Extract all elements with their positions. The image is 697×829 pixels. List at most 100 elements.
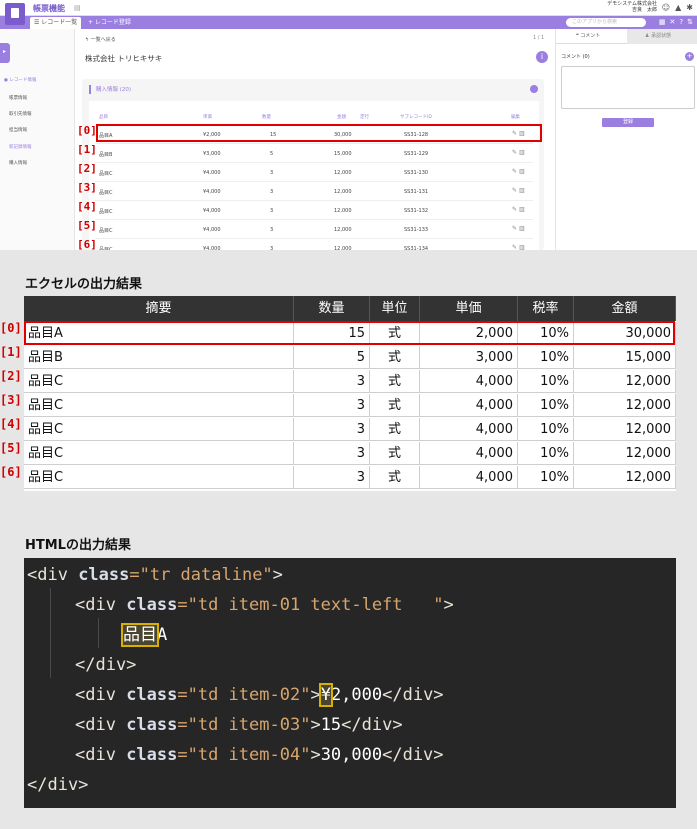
excel-table: 摘要 数量 単位 単価 税率 金額 品目A 15 式 2,000 10% 30,000 品目… (24, 296, 676, 491)
sub-table-row: 品目C ¥4,000 3 12,000 SS31-131 ✎ ▥ (95, 182, 533, 201)
top-icons: ☺ ▲ ✱ (657, 3, 693, 12)
edit-icon[interactable]: ✎ (512, 225, 517, 232)
sub-table-row: 品目C ¥4,000 3 12,000 SS31-132 ✎ ▥ (95, 201, 533, 220)
html-section-title: HTMLの出力結果 (25, 538, 131, 553)
grid-icon[interactable]: ▦ (659, 18, 666, 26)
user-info: デモシステム株式会社 吉良 太郎 (607, 1, 657, 13)
bell-icon[interactable]: ▲ (675, 3, 681, 12)
trash-icon[interactable]: ▥ (519, 244, 525, 250)
excel-cell-unit-price: 4,000 (420, 466, 518, 489)
sub-cell-amount: 12,000 (334, 227, 352, 233)
swap-icon[interactable]: ⇅ (687, 18, 693, 26)
edit-icon[interactable]: ✎ (512, 130, 517, 137)
sub-cell-qty: 3 (270, 227, 274, 233)
excel-row: 品目C 3 式 4,000 10% 12,000 (24, 370, 676, 393)
edit-icon[interactable]: ✎ (512, 244, 517, 250)
excel-col-tax-rate: 税率 (518, 296, 574, 321)
help-icon[interactable]: ? (679, 18, 683, 26)
sidebar-item-new-info[interactable]: 新記録情報 (9, 144, 32, 150)
card-title-text: 購入情報 (20) (96, 87, 132, 93)
back-to-list-link[interactable]: ↰ 一覧へ戻る (85, 36, 116, 43)
tab-add-record[interactable]: + レコード登録 (88, 18, 131, 28)
app-row-index-label: [0] (77, 124, 97, 137)
excel-cell-unit-price: 4,000 (420, 442, 518, 465)
excel-cell-summary: 品目C (24, 370, 294, 393)
sub-cell-id: SS31-130 (404, 170, 429, 176)
excel-cell-unit-price: 2,000 (420, 322, 518, 345)
sub-cell-id: SS31-129 (404, 151, 429, 157)
edit-icon[interactable]: ✎ (512, 149, 517, 156)
app-row-index-label: [1] (77, 143, 97, 156)
sidebar-item-staff-info[interactable]: 担当情報 (9, 127, 27, 133)
excel-row: 品目C 3 式 4,000 10% 12,000 (24, 418, 676, 441)
gear-icon[interactable]: ✱ (686, 3, 693, 12)
code-line-6: <div class="td item-03">15</div> (75, 715, 403, 735)
comment-count-label: コメント (0) (561, 54, 590, 60)
trash-icon[interactable]: ▥ (519, 225, 525, 232)
app-row-index-label: [4] (77, 200, 97, 213)
sub-cell-price: ¥3,000 (203, 151, 221, 157)
code-view: <div class="tr dataline"> <div class="td… (24, 558, 676, 808)
excel-cell-tax-rate: 10% (518, 370, 574, 393)
tab-record-list[interactable]: ☰ レコード一覧 (30, 17, 82, 29)
trash-icon[interactable]: ▥ (519, 168, 525, 175)
col-header-item: 品目 (99, 115, 108, 120)
sidebar-item-purchase-info[interactable]: 購入情報 (9, 160, 27, 166)
record-title: 株式会社 トリヒキサキ (85, 54, 163, 63)
tab-comment[interactable]: ❝ コメント (556, 29, 627, 44)
indent-guide (98, 618, 99, 648)
edit-icon[interactable]: ✎ (512, 187, 517, 194)
avatar-icon[interactable]: ☺ (662, 3, 670, 12)
right-panel: ❝ コメント ♟ 承認状態 コメント (0) + 登録 (555, 29, 697, 250)
excel-cell-qty: 3 (294, 466, 370, 489)
trash-icon[interactable]: ▥ (519, 206, 525, 213)
sub-cell-id: SS31-128 (404, 132, 429, 138)
excel-cell-unit: 式 (370, 322, 420, 345)
sidebar-toggle[interactable]: ▸ (0, 43, 10, 63)
edit-icon[interactable]: ✎ (512, 168, 517, 175)
sidebar-item-form-info[interactable]: 帳票情報 (9, 95, 27, 101)
add-comment-button[interactable]: + (685, 52, 694, 61)
sidebar-item-client-info[interactable]: 取引先情報 (9, 111, 32, 117)
user-name: 吉良 太郎 (631, 7, 657, 13)
info-icon[interactable]: i (536, 51, 548, 63)
comment-textarea[interactable] (561, 66, 695, 109)
excel-col-summary: 摘要 (24, 296, 294, 321)
trash-icon[interactable]: ▥ (519, 187, 525, 194)
tools-icon[interactable]: ✕ (670, 18, 676, 26)
excel-cell-amount: 12,000 (574, 370, 676, 393)
excel-row: 品目C 3 式 4,000 10% 12,000 (24, 442, 676, 465)
tab-approval[interactable]: ♟ 承認状態 (627, 29, 697, 44)
trash-icon[interactable]: ▥ (519, 130, 525, 137)
excel-cell-summary: 品目C (24, 418, 294, 441)
excel-cell-qty: 5 (294, 346, 370, 369)
sub-cell-item: 品目B (99, 152, 113, 158)
excel-cell-unit-price: 4,000 (420, 394, 518, 417)
tab-approval-label: 承認状態 (651, 33, 672, 39)
excel-section-title: エクセルの出力結果 (25, 277, 143, 292)
search-input[interactable]: このアプリから検索 (566, 18, 646, 27)
excel-cell-unit-price: 3,000 (420, 346, 518, 369)
sub-cell-price: ¥4,000 (203, 227, 221, 233)
app-row-index-label: [3] (77, 181, 97, 194)
excel-cell-summary: 品目C (24, 394, 294, 417)
edit-icon[interactable]: ✎ (512, 206, 517, 213)
excel-row: 品目A 15 式 2,000 10% 30,000 (24, 322, 676, 345)
tab-comment-label: コメント (580, 33, 601, 39)
play-icon[interactable] (530, 85, 538, 93)
trash-icon[interactable]: ▥ (519, 149, 525, 156)
sub-cell-qty: 3 (270, 189, 274, 195)
sub-table-row: 品目C ¥4,000 3 12,000 SS31-130 ✎ ▥ (95, 163, 533, 182)
code-line-2: <div class="td item-01 text-left "> (75, 595, 454, 615)
app-row-index-label: [6] (77, 238, 97, 251)
app-logo-icon[interactable] (5, 3, 25, 25)
excel-cell-tax-rate: 10% (518, 394, 574, 417)
excel-cell-amount: 15,000 (574, 346, 676, 369)
excel-cell-tax-rate: 10% (518, 322, 574, 345)
sub-table-row: 品目C ¥4,000 3 12,000 SS31-134 ✎ ▥ (95, 239, 533, 250)
sub-cell-price: ¥2,000 (203, 132, 221, 138)
sidebar-item-record-info[interactable]: ● レコード情報 (4, 77, 36, 83)
register-button[interactable]: 登録 (602, 118, 654, 127)
excel-cell-unit: 式 (370, 466, 420, 489)
app-menu-icon[interactable]: ▤ (74, 4, 81, 12)
